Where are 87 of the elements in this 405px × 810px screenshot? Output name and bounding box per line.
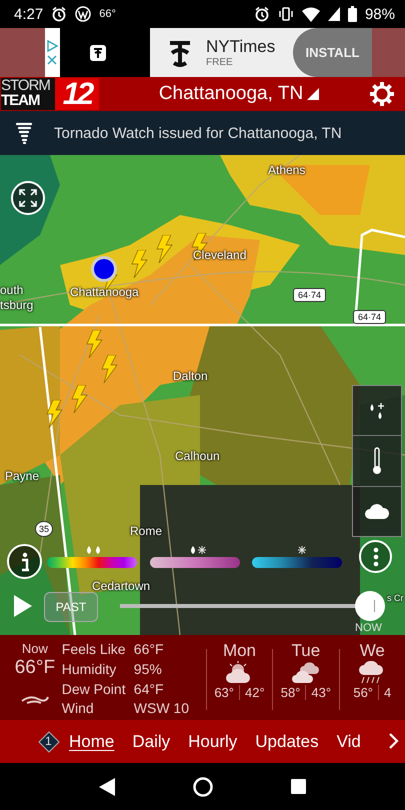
more-options-button[interactable] xyxy=(359,540,392,573)
nav-tab[interactable]: Daily xyxy=(123,732,180,752)
day-name: Mon xyxy=(222,641,256,661)
lightning-icon xyxy=(85,330,103,358)
place-label: Chattanooga xyxy=(70,285,139,299)
notification-diamond-icon[interactable] xyxy=(38,730,60,752)
place-label: Dalton xyxy=(173,369,208,383)
expand-arrows-icon xyxy=(19,189,37,207)
cloudy-icon xyxy=(292,661,320,685)
info-icon xyxy=(20,552,30,572)
tornado-icon xyxy=(16,122,32,144)
ad-card[interactable]: NYTimes FREE INSTALL xyxy=(150,28,372,77)
low-temperature: 4 xyxy=(378,685,392,700)
detail-label: Humidity xyxy=(62,660,118,679)
battery-icon xyxy=(348,6,357,22)
signal-icon xyxy=(328,7,340,21)
settings-icon[interactable] xyxy=(369,81,395,107)
low-temperature: 43° xyxy=(305,685,332,700)
nav-tab[interactable]: Updates xyxy=(246,732,328,752)
place-label: tsburg xyxy=(0,298,34,312)
alarm-icon xyxy=(51,6,68,22)
install-button[interactable]: INSTALL xyxy=(293,28,372,77)
badge-count: 1 xyxy=(45,734,52,748)
clock-time: 4:27 xyxy=(14,6,44,22)
info-button[interactable] xyxy=(7,544,42,579)
logo-text: STORM xyxy=(1,78,51,93)
snowflake-icon xyxy=(298,546,306,554)
highway-shield: 64·74 xyxy=(353,310,386,324)
w-logo-icon xyxy=(75,6,92,22)
snowflake-icon xyxy=(198,546,206,554)
dropdown-corner-icon[interactable] xyxy=(307,88,320,100)
lightning-icon xyxy=(70,385,88,413)
high-temperature: 56° xyxy=(353,685,374,700)
close-icon xyxy=(45,52,59,66)
lightning-icon xyxy=(100,355,118,383)
location-title[interactable]: Chattanooga, TN xyxy=(158,83,304,105)
lightning-icon xyxy=(45,400,63,428)
place-label: Athens xyxy=(268,163,306,177)
battery-percent: 98% xyxy=(364,6,395,22)
highway-shield: 64·74 xyxy=(293,288,326,302)
play-button[interactable] xyxy=(14,595,32,617)
detail-value: 95% xyxy=(134,660,163,679)
detail-value: 64°F xyxy=(134,680,165,698)
detail-label: Feels Like xyxy=(62,641,127,659)
detail-label: Dew Point xyxy=(62,680,127,698)
place-label: Cleveland xyxy=(193,248,246,262)
now-label: NOW xyxy=(355,622,382,634)
place-label: Calhoun xyxy=(175,449,220,463)
alarm-icon xyxy=(254,6,270,22)
wifi-icon xyxy=(302,6,320,22)
thermometer-icon xyxy=(371,446,383,475)
back-icon[interactable] xyxy=(99,778,115,796)
chevron-right-icon[interactable] xyxy=(389,733,399,749)
lightning-icon xyxy=(130,250,148,278)
detail-value: 66°F xyxy=(134,641,165,659)
place-label: Rome xyxy=(130,524,162,538)
price-label: FREE xyxy=(206,57,234,68)
current-temperature: 66°F xyxy=(14,657,56,679)
app-name: NYTimes xyxy=(206,37,276,57)
home-circle-icon[interactable] xyxy=(193,776,213,796)
vibrate-icon xyxy=(278,6,294,22)
place-label: Cedartown xyxy=(92,579,150,593)
high-temperature: 63° xyxy=(214,685,234,700)
place-label: outh xyxy=(0,283,24,297)
play-icon xyxy=(14,595,32,617)
detail-label: Wind xyxy=(62,700,95,718)
temperature-text: 66° xyxy=(99,8,116,20)
lightning-icon xyxy=(155,235,173,263)
day-name: We xyxy=(360,641,385,661)
nav-tab[interactable]: Vid xyxy=(328,732,370,752)
location-dot-icon xyxy=(90,255,118,283)
vertical-dots-icon xyxy=(372,546,378,566)
high-temperature: 58° xyxy=(280,685,300,700)
low-temperature: 42° xyxy=(238,685,265,700)
day-name: Tue xyxy=(292,641,320,661)
place-label: s Cr xyxy=(387,593,404,603)
cloud-icon xyxy=(364,502,390,520)
now-label: Now xyxy=(22,641,48,656)
nav-tab[interactable]: Home xyxy=(60,732,124,752)
play-triangle-icon xyxy=(45,38,59,52)
logo-text: TEAM xyxy=(1,93,40,108)
rain-icon xyxy=(190,546,196,554)
ad-choices-icon[interactable] xyxy=(45,28,60,77)
logo-number: 12 xyxy=(55,78,99,110)
newspaper-logo-icon xyxy=(90,44,106,60)
detail-value: WSW 10 xyxy=(134,700,190,718)
nav-tab[interactable]: Hourly xyxy=(179,732,246,752)
